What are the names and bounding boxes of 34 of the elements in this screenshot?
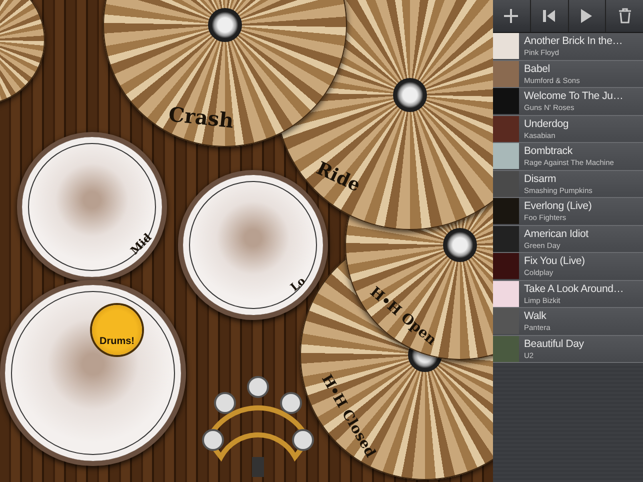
track-title: American Idiot — [524, 228, 588, 241]
track-title: Walk — [524, 310, 548, 324]
album-art-placeholder — [493, 88, 519, 114]
track-title: Take A Look Around… — [524, 282, 624, 296]
album-art-placeholder — [493, 253, 519, 280]
album-art-placeholder — [493, 336, 519, 362]
cymbal-bell — [393, 78, 427, 112]
track-title: Disarm — [524, 172, 558, 186]
track-title: Welcome To The Ju… — [524, 90, 624, 104]
skip-back-icon — [542, 9, 556, 23]
album-art-placeholder — [493, 116, 519, 142]
cymbal-bell — [443, 228, 477, 262]
play-icon — [580, 8, 594, 24]
drum-label: Ride — [313, 158, 364, 196]
track-title: Bombtrack — [524, 145, 574, 158]
album-art-placeholder — [493, 198, 519, 224]
track-title: Another Brick In the… — [524, 35, 623, 48]
album-art-placeholder — [493, 308, 519, 334]
album-art-placeholder — [493, 143, 519, 170]
track-title: Beautiful Day — [524, 338, 584, 351]
album-art-placeholder — [493, 226, 519, 252]
trash-icon — [618, 8, 632, 24]
album-art-placeholder — [493, 60, 519, 87]
track-title: Underdog — [524, 118, 569, 131]
track-title: Babel — [524, 62, 551, 76]
drum-label: Lo — [288, 274, 308, 294]
album-art-placeholder — [493, 33, 519, 60]
drum-label: Crash — [168, 102, 235, 133]
track-title: Everlong (Live) — [524, 200, 592, 214]
album-art-placeholder — [493, 170, 519, 197]
add-icon — [503, 8, 520, 24]
cymbal-bell — [208, 8, 242, 42]
album-art-placeholder — [493, 280, 519, 307]
track-title: Fix You (Live) — [524, 255, 585, 268]
